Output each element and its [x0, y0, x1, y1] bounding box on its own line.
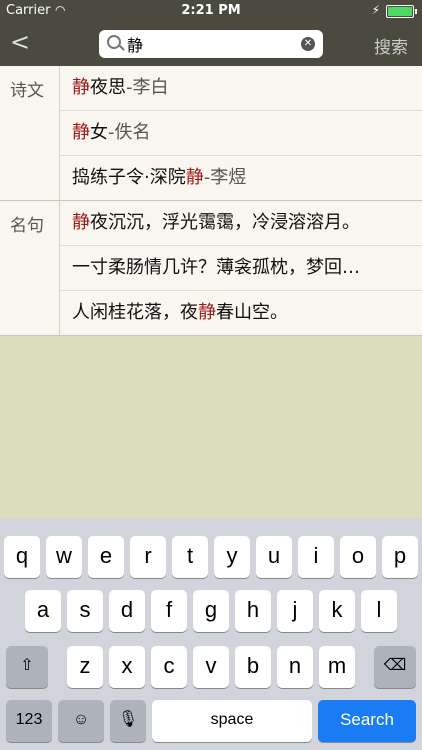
clear-icon[interactable]: ✕	[301, 37, 315, 51]
navigation-bar: < ✕ 搜索	[0, 22, 422, 66]
key-w[interactable]: w	[46, 536, 82, 578]
result-row[interactable]: 一寸柔肠情几许？薄衾孤枕，梦回…	[60, 246, 422, 291]
key-j[interactable]: j	[277, 590, 313, 632]
key-h[interactable]: h	[235, 590, 271, 632]
section-label: 名句	[0, 201, 60, 335]
key-p[interactable]: p	[382, 536, 418, 578]
key-t[interactable]: t	[172, 536, 208, 578]
key-i[interactable]: i	[298, 536, 334, 578]
result-row[interactable]: 静夜沉沉，浮光霭霭，冷浸溶溶月。	[60, 201, 422, 246]
numbers-key[interactable]: 123	[6, 700, 52, 742]
search-button[interactable]: 搜索	[374, 33, 408, 58]
shift-key[interactable]: ⇧	[6, 646, 48, 688]
key-e[interactable]: e	[88, 536, 124, 578]
key-l[interactable]: l	[361, 590, 397, 632]
keyboard: ⇧ ⌫ 123 ☺ 🎙 space Search qwertyuiop asdfg…	[0, 518, 422, 750]
key-v[interactable]: v	[193, 646, 229, 688]
key-n[interactable]: n	[277, 646, 313, 688]
result-row[interactable]: 人闲桂花落，夜静春山空。	[60, 291, 422, 335]
key-x[interactable]: x	[109, 646, 145, 688]
key-d[interactable]: d	[109, 590, 145, 632]
status-bar: Carrier ◠ 2:21 PM ⚡	[0, 0, 422, 22]
charging-icon: ⚡	[371, 3, 380, 17]
microphone-icon[interactable]: 🎙	[110, 700, 146, 742]
back-button[interactable]: <	[10, 28, 30, 56]
space-key[interactable]: space	[152, 700, 312, 742]
key-f[interactable]: f	[151, 590, 187, 632]
key-c[interactable]: c	[151, 646, 187, 688]
key-r[interactable]: r	[130, 536, 166, 578]
search-icon	[107, 35, 121, 49]
section-label: 诗文	[0, 66, 60, 200]
results-table: 诗文 静夜思-李白 静女-佚名 捣练子令·深院静-李煜 名句 静夜沉沉，浮光霭霭…	[0, 66, 422, 336]
key-k[interactable]: k	[319, 590, 355, 632]
result-row[interactable]: 静女-佚名	[60, 111, 422, 156]
search-key[interactable]: Search	[318, 700, 416, 742]
emoji-icon[interactable]: ☺	[58, 700, 104, 742]
battery-icon	[386, 5, 417, 18]
section-poems: 诗文 静夜思-李白 静女-佚名 捣练子令·深院静-李煜	[0, 66, 422, 201]
key-b[interactable]: b	[235, 646, 271, 688]
result-row[interactable]: 捣练子令·深院静-李煜	[60, 156, 422, 200]
key-m[interactable]: m	[319, 646, 355, 688]
key-s[interactable]: s	[67, 590, 103, 632]
key-u[interactable]: u	[256, 536, 292, 578]
clock: 2:21 PM	[181, 3, 241, 18]
search-input[interactable]	[127, 33, 287, 55]
key-o[interactable]: o	[340, 536, 376, 578]
key-y[interactable]: y	[214, 536, 250, 578]
key-a[interactable]: a	[25, 590, 61, 632]
section-quotes: 名句 静夜沉沉，浮光霭霭，冷浸溶溶月。 一寸柔肠情几许？薄衾孤枕，梦回… 人闲桂…	[0, 201, 422, 336]
key-g[interactable]: g	[193, 590, 229, 632]
backspace-key[interactable]: ⌫	[374, 646, 416, 688]
key-q[interactable]: q	[4, 536, 40, 578]
search-field[interactable]: ✕	[99, 30, 323, 58]
key-z[interactable]: z	[67, 646, 103, 688]
result-row[interactable]: 静夜思-李白	[60, 66, 422, 111]
